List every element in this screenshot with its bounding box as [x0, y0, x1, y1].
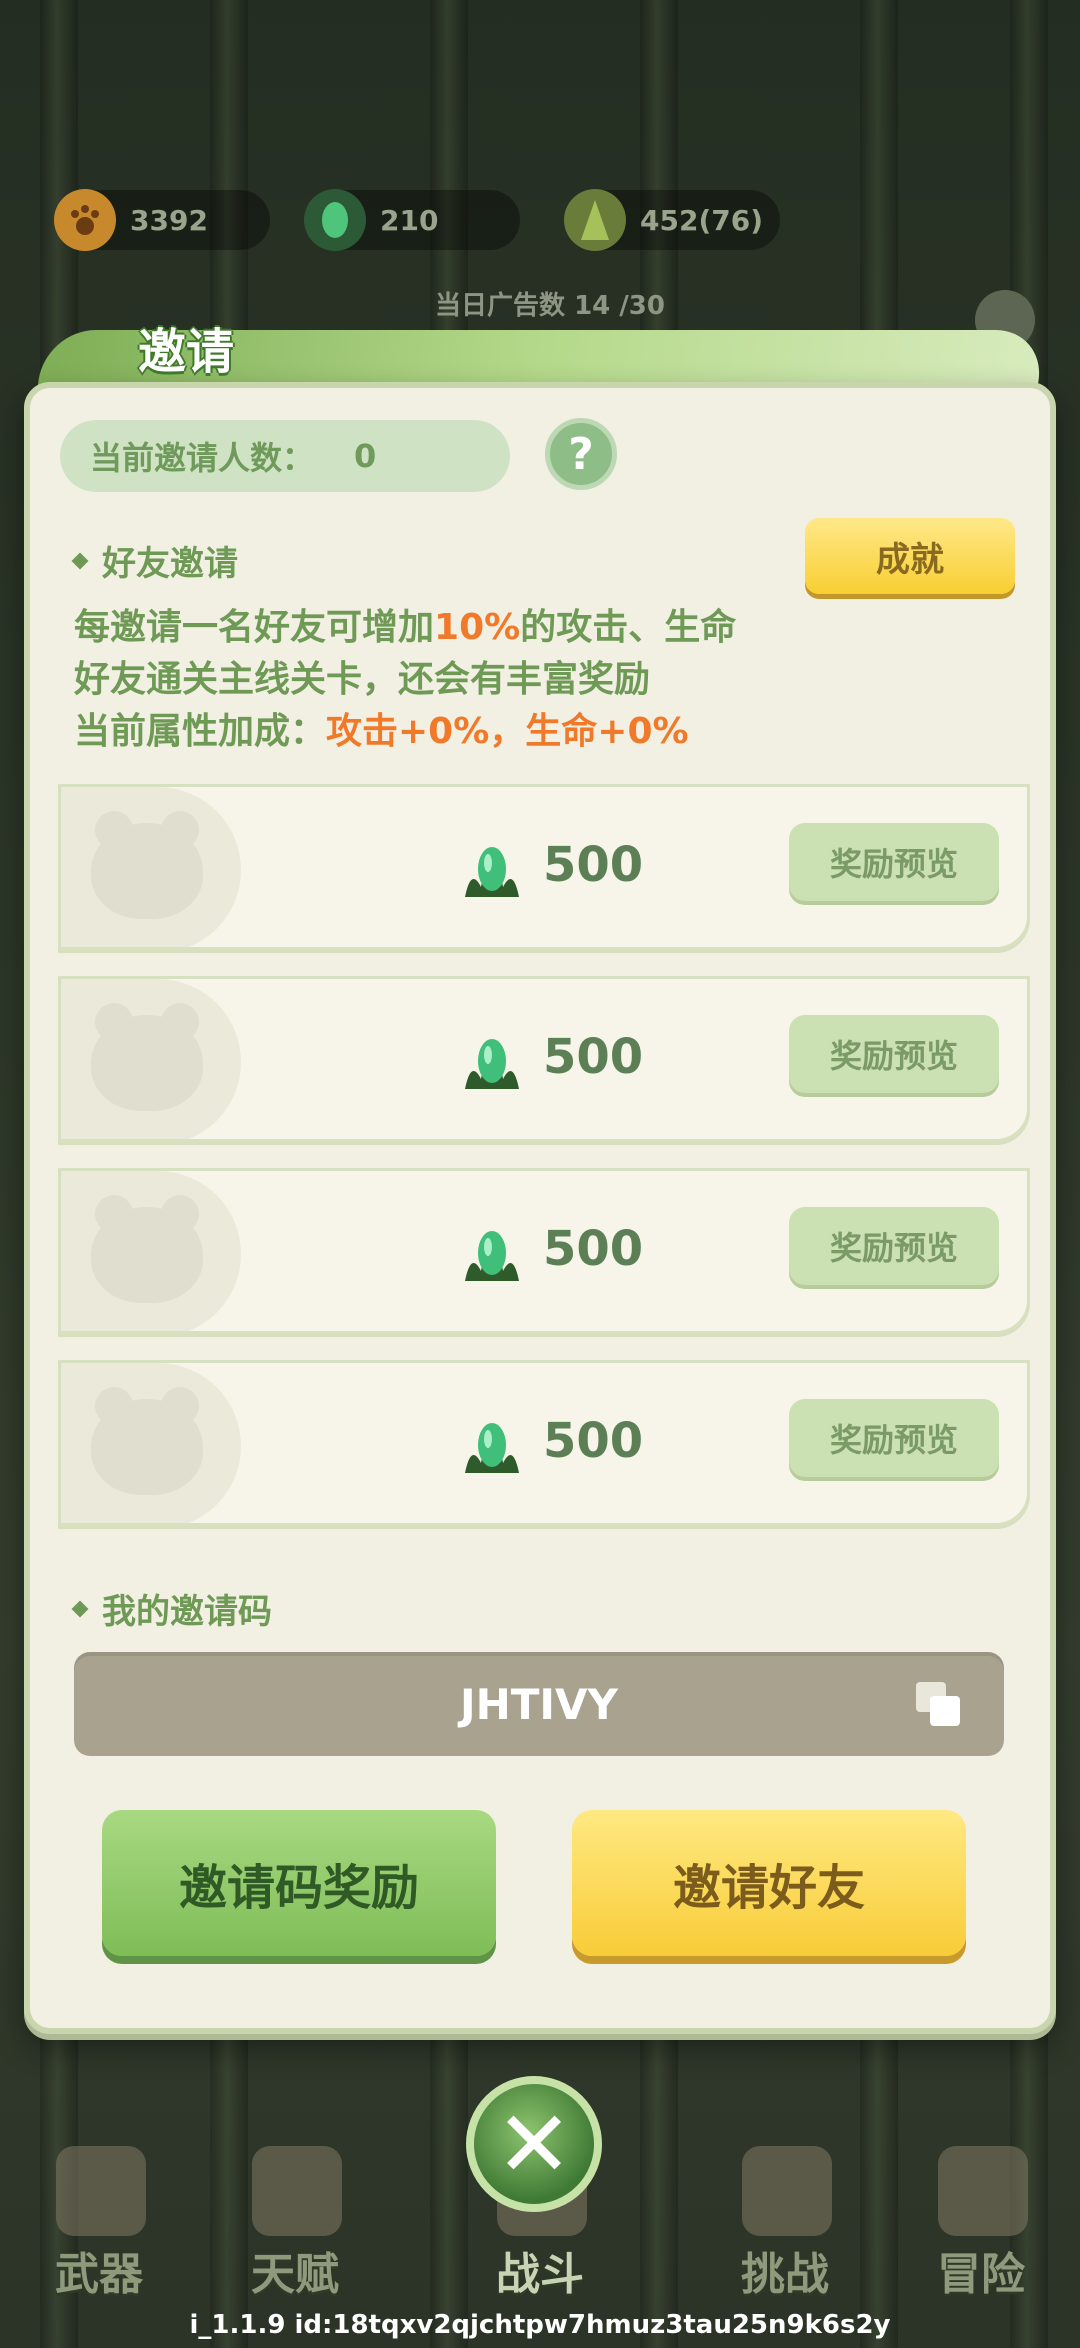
invite-count-pill: 当前邀请人数： 0	[60, 420, 510, 492]
friend-invite-heading: 好友邀请	[71, 536, 238, 585]
nav-label: 武器	[55, 2249, 143, 2300]
close-button[interactable]: ✕	[466, 2076, 602, 2212]
gem-icon	[465, 847, 519, 897]
nav-label: 战斗	[496, 2249, 584, 2300]
desc-line-3: 当前属性加成：攻击+0%，生命+0%	[74, 702, 689, 754]
friend-invite-label: 好友邀请	[102, 544, 238, 584]
leaf-value: 452(76)	[640, 203, 764, 237]
invite-code-reward-button[interactable]: 邀请码奖励	[102, 1810, 496, 1956]
gem-icon	[465, 1423, 519, 1473]
reward-card: 500 奖励预览	[58, 976, 1030, 1142]
axe-icon	[56, 2146, 146, 2236]
desc-line-1-prefix: 每邀请一名好友可增加	[74, 607, 435, 648]
reward-amount: 500	[543, 837, 644, 893]
invite-code-value: JHTIVY	[460, 1679, 618, 1729]
help-button[interactable]: ?	[545, 418, 617, 490]
reward-amount: 500	[543, 1221, 644, 1277]
achievement-button[interactable]: 成就	[805, 518, 1015, 594]
ad-counter-label: 当日广告数	[435, 291, 566, 321]
gem-icon	[465, 1231, 519, 1281]
nav-label: 挑战	[741, 2249, 829, 2300]
reward-amount: 500	[543, 1413, 644, 1469]
invite-code-field: JHTIVY	[74, 1652, 1004, 1756]
desc-line-1-highlight: 10%	[434, 607, 521, 648]
invite-code-label: 我的邀请码	[102, 1592, 272, 1632]
leaf-stat: 452(76)	[564, 189, 780, 251]
invite-friend-button[interactable]: 邀请好友	[572, 1810, 966, 1956]
close-icon: ✕	[495, 2090, 573, 2198]
desc-line-1-suffix: 的攻击、生命	[520, 607, 737, 648]
reward-preview-button[interactable]: 奖励预览	[789, 1207, 999, 1285]
gem-icon	[304, 189, 366, 251]
reward-amount: 500	[543, 1029, 644, 1085]
nav-weapon[interactable]: 武器	[14, 2110, 184, 2310]
nav-talent[interactable]: 天赋	[210, 2110, 380, 2310]
reward-preview-button[interactable]: 奖励预览	[789, 1399, 999, 1477]
modal-title: 邀请	[138, 324, 235, 380]
lock-icon	[252, 2146, 342, 2236]
desc-line-2: 好友通关主线关卡，还会有丰富奖励	[74, 659, 651, 700]
reward-card: 500 奖励预览	[58, 1168, 1030, 1334]
desc-line-1: 每邀请一名好友可增加10%的攻击、生命	[74, 598, 736, 650]
paw-icon	[54, 189, 116, 251]
bear-avatar-placeholder	[91, 1003, 203, 1111]
copy-icon[interactable]	[912, 1678, 964, 1730]
bamboo-shoot-icon	[564, 189, 626, 251]
bear-avatar-placeholder	[91, 1387, 203, 1495]
nav-challenge[interactable]: 挑战	[700, 2110, 870, 2310]
bear-avatar-placeholder	[91, 811, 203, 919]
diamond-icon	[71, 1600, 89, 1617]
lock-icon	[938, 2146, 1028, 2236]
reward-card: 500 奖励预览	[58, 784, 1030, 950]
stump-icon	[742, 2146, 832, 2236]
paw-stat: 3392	[54, 189, 270, 251]
gem-value: 210	[380, 203, 439, 237]
reward-card: 500 奖励预览	[58, 1360, 1030, 1526]
version-footer: i_1.1.9 id:18tqxv2qjchtpw7hmuz3tau25n9k6…	[189, 2310, 891, 2340]
nav-adventure[interactable]: 冒险	[896, 2110, 1066, 2310]
desc-line-3-highlight: 攻击+0%，生命+0%	[326, 711, 689, 752]
ad-counter: 当日广告数 14 /30	[380, 285, 720, 333]
paw-value: 3392	[130, 203, 208, 237]
ad-counter-value: 14 /30	[574, 291, 665, 321]
invite-count-value: 0	[354, 437, 377, 475]
nav-label: 天赋	[251, 2249, 339, 2300]
invite-count-label: 当前邀请人数：	[90, 439, 315, 477]
invite-modal: 当前邀请人数： 0 ? 好友邀请 成就 每邀请一名好友可增加10%的攻击、生命 …	[24, 382, 1056, 2034]
gem-icon	[465, 1039, 519, 1089]
reward-preview-button[interactable]: 奖励预览	[789, 1015, 999, 1093]
reward-preview-button[interactable]: 奖励预览	[789, 823, 999, 901]
desc-line-3-prefix: 当前属性加成：	[74, 711, 327, 752]
bear-avatar-placeholder	[91, 1195, 203, 1303]
nav-label: 冒险	[937, 2249, 1025, 2300]
invite-code-heading: 我的邀请码	[71, 1584, 272, 1633]
diamond-icon	[71, 552, 89, 569]
gem-stat: 210	[304, 189, 520, 251]
